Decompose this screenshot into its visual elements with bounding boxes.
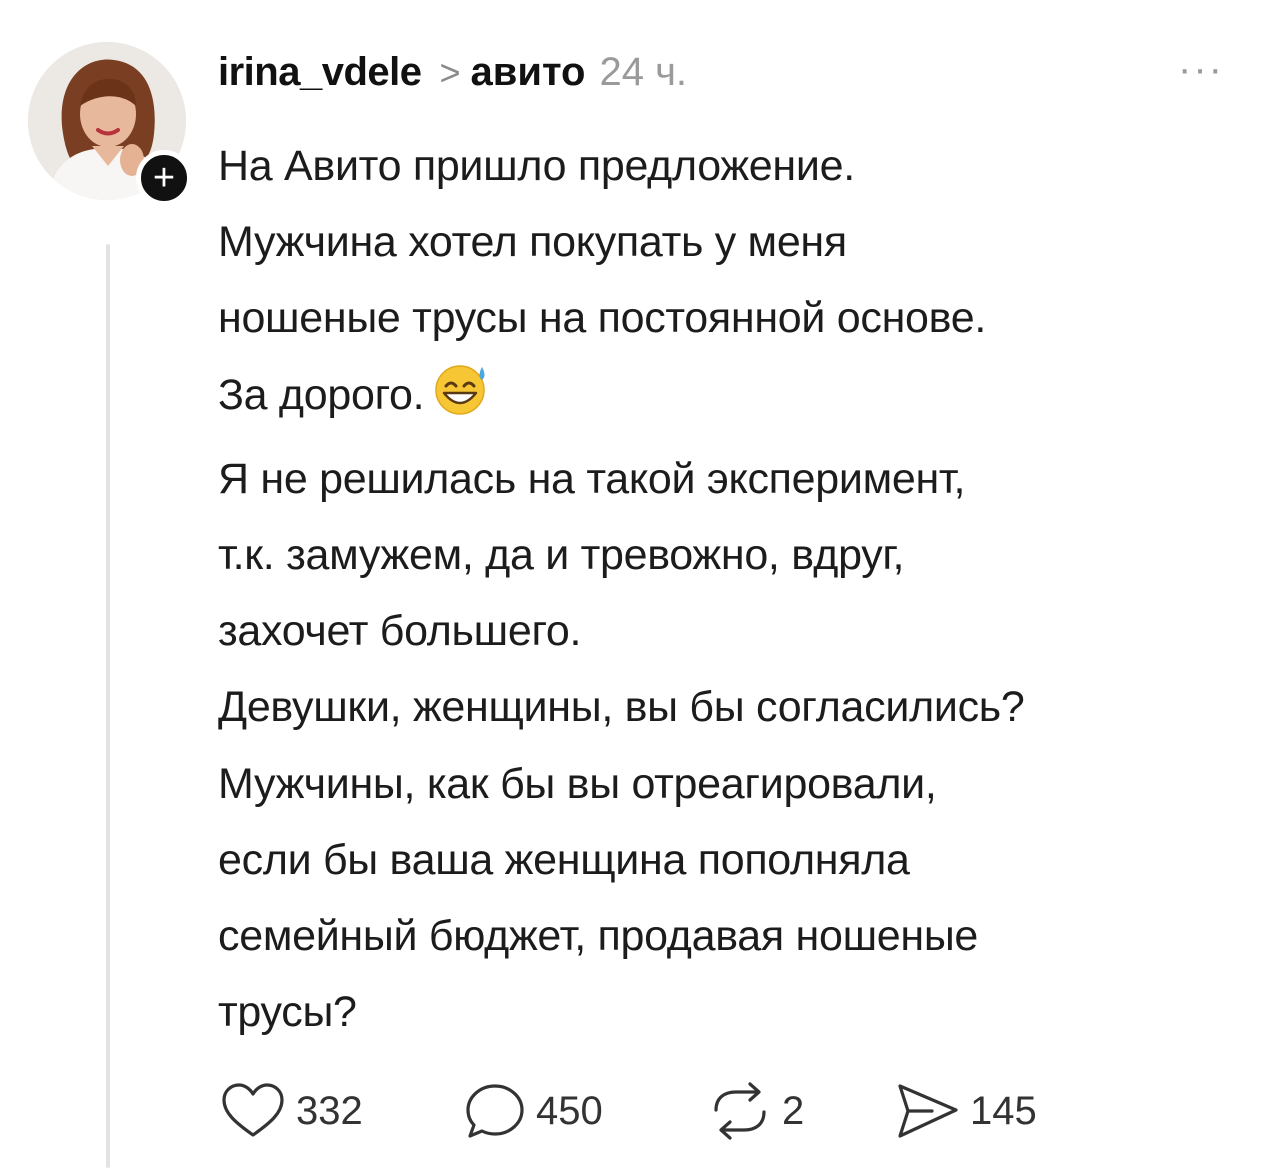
post-text-line-content: Мужчины, как бы вы отреагировали, bbox=[218, 759, 937, 808]
comment-button[interactable]: 450 bbox=[462, 1080, 706, 1142]
post-text-line-content: Я не решилась на такой эксперимент, bbox=[218, 454, 966, 503]
post-text-line: семейный бюджет, продавая ношеные bbox=[218, 898, 1268, 974]
post-text-line: т.к. замужем, да и тревожно, вдруг, bbox=[218, 517, 1268, 593]
post-text-line-content: трусы? bbox=[218, 988, 357, 1037]
post-text-line-content: Мужчина хотел покупать у меня bbox=[218, 218, 847, 267]
chevron-right-icon: > bbox=[439, 52, 461, 93]
post-text-line: ношеные трусы на постоянной основе. bbox=[218, 280, 1268, 356]
post-text-line-content: если бы ваша женщина пополняла bbox=[218, 835, 910, 884]
post-text-line-content: За дорого. bbox=[218, 370, 425, 419]
post-text-line: Девушки, женщины, вы бы согласились? bbox=[218, 669, 1268, 745]
send-icon bbox=[898, 1084, 958, 1138]
heart-icon bbox=[222, 1083, 284, 1137]
repost-button[interactable]: 2 bbox=[706, 1080, 892, 1142]
post-text-line: трусы? bbox=[218, 974, 1268, 1050]
like-count: 332 bbox=[296, 1088, 363, 1133]
post-text-line-content: т.к. замужем, да и тревожно, вдруг, bbox=[218, 531, 905, 580]
post-text-line-content: На Авито пришло предложение. bbox=[218, 142, 855, 190]
post-text-line: захочет большего. bbox=[218, 593, 1268, 669]
author-username[interactable]: irina_vdele bbox=[218, 50, 422, 95]
post-text-line-content: захочет большего. bbox=[218, 607, 582, 656]
community-name[interactable]: авито bbox=[471, 50, 586, 95]
post-header: irina_vdele > авито 24 ч. bbox=[218, 50, 687, 100]
more-options-icon[interactable]: ··· bbox=[1178, 44, 1224, 94]
comment-count: 450 bbox=[536, 1088, 603, 1133]
post-text: На Авито пришло предложение. Мужчина хоте… bbox=[218, 128, 1268, 1050]
post-time: 24 ч. bbox=[599, 50, 688, 94]
grinning-face-with-sweat-icon bbox=[432, 359, 494, 441]
post-text-line: Я не решилась на такой эксперимент, bbox=[218, 441, 1268, 517]
share-button[interactable]: 145 bbox=[892, 1080, 1037, 1142]
share-count: 145 bbox=[970, 1088, 1037, 1133]
post-text-line: если бы ваша женщина пополняла bbox=[218, 822, 1268, 898]
post-text-line: За дорого. bbox=[218, 357, 1268, 441]
post-text-line-content: Девушки, женщины, вы бы согласились? bbox=[218, 683, 1025, 732]
repost-icon bbox=[714, 1082, 766, 1140]
like-button[interactable]: 332 bbox=[218, 1081, 462, 1141]
repost-count: 2 bbox=[782, 1088, 805, 1133]
follow-plus-button[interactable]: + bbox=[136, 150, 192, 206]
plus-icon: + bbox=[152, 157, 176, 199]
post-text-line: Мужчины, как бы вы отреагировали, bbox=[218, 746, 1268, 822]
action-bar: 332 450 2 145 bbox=[218, 1080, 1037, 1142]
post-text-line-content: семейный бюджет, продавая ношеные bbox=[218, 912, 979, 961]
thread-line bbox=[106, 244, 110, 1168]
post-text-line: Мужчина хотел покупать у меня bbox=[218, 204, 1268, 280]
post-text-line: На Авито пришло предложение. bbox=[218, 128, 1268, 204]
post-text-line-content: ношеные трусы на постоянной основе. bbox=[218, 294, 986, 343]
comment-bubble-icon bbox=[466, 1084, 524, 1138]
